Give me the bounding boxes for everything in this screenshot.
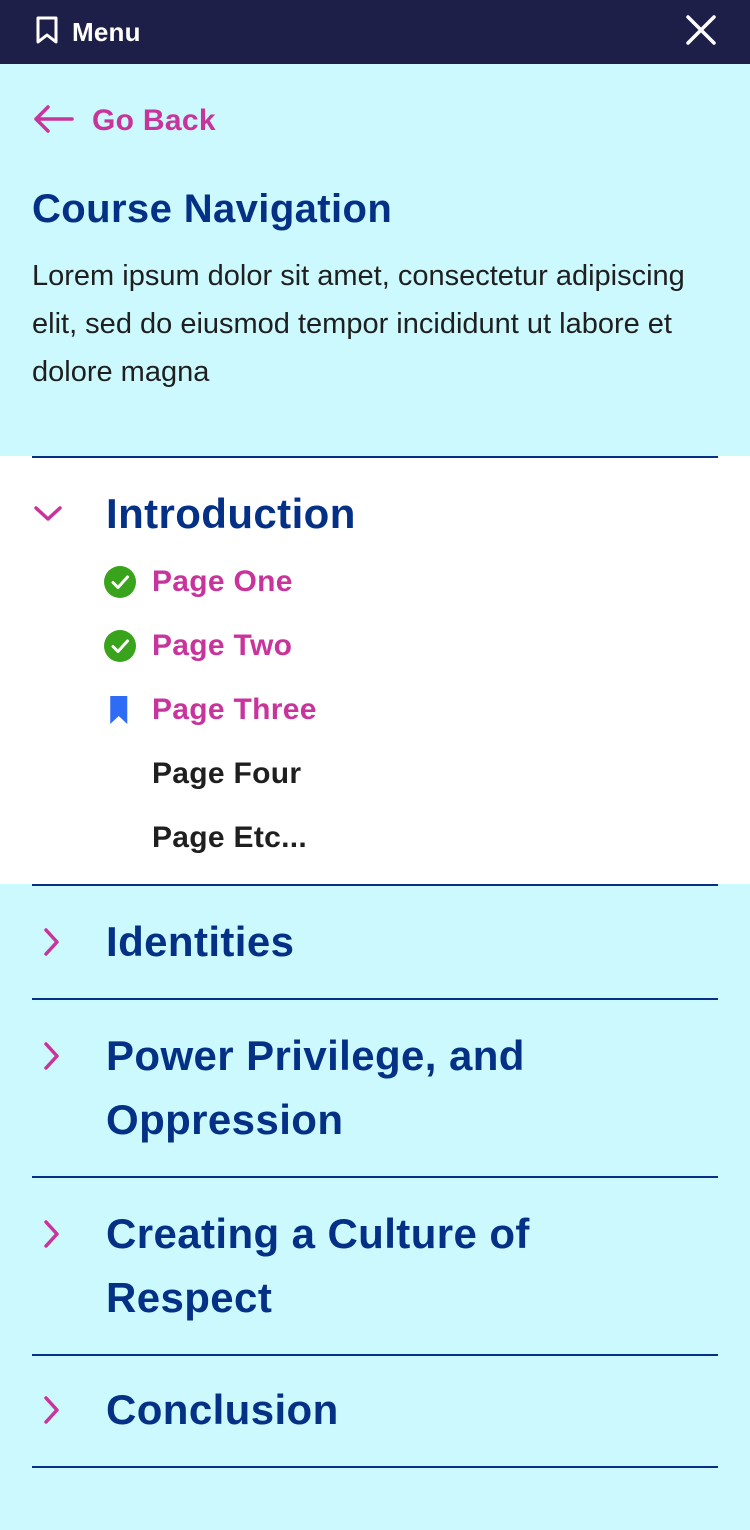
nav-header: Go Back Course Navigation Lorem ipsum do… [0,64,750,456]
page-list: Page One Page Two Page Three Page Four P… [0,546,750,884]
section-title: Introduction [106,490,356,537]
section-header-introduction[interactable]: Introduction [0,458,750,546]
section-header-conclusion[interactable]: Conclusion [0,1356,750,1466]
section-title: Creating a Culture of Respect [106,1210,530,1321]
section-culture-of-respect: Creating a Culture of Respect [0,1176,750,1354]
section-title: Conclusion [106,1386,339,1433]
close-button[interactable] [684,14,718,51]
menu-label: Menu [72,16,141,47]
page-label: Page Three [152,693,317,726]
close-icon [685,14,717,51]
section-conclusion: Conclusion [0,1354,750,1468]
section-title: Identities [106,918,295,965]
page-item-etc[interactable]: Page Etc... [104,806,750,870]
chevron-right-icon [32,1378,106,1442]
section-header-identities[interactable]: Identities [0,886,750,998]
section-introduction: Introduction Page One Page Two Page Thre… [0,456,750,884]
page-label: Page Etc... [152,821,308,854]
page-item-one[interactable]: Page One [104,550,750,614]
page-description: Lorem ipsum dolor sit amet, consectetur … [32,260,685,388]
section-title: Power Privilege, and Oppression [106,1032,525,1143]
page-label: Page Four [152,757,302,790]
arrow-left-icon [32,104,74,139]
go-back-link[interactable]: Go Back [32,102,718,140]
page-item-four[interactable]: Page Four [104,742,750,806]
check-circle-icon [104,630,152,662]
bookmark-icon [104,694,152,726]
chevron-right-icon [32,1024,106,1088]
go-back-label: Go Back [92,104,216,137]
section-power-privilege: Power Privilege, and Oppression [0,998,750,1176]
chevron-right-icon [32,1202,106,1266]
page-item-two[interactable]: Page Two [104,614,750,678]
section-header-power-privilege[interactable]: Power Privilege, and Oppression [0,1000,750,1176]
chevron-down-icon [32,482,106,546]
page-label: Page One [152,565,293,598]
section-header-culture-of-respect[interactable]: Creating a Culture of Respect [0,1178,750,1354]
section-identities: Identities [0,884,750,998]
menu-toggle[interactable]: Menu [34,16,141,49]
divider [32,1466,718,1468]
page-title: Course Navigation [32,187,393,231]
bookmark-outline-icon [34,16,60,49]
chevron-right-icon [32,910,106,974]
check-circle-icon [104,566,152,598]
page-item-three[interactable]: Page Three [104,678,750,742]
top-bar: Menu [0,0,750,64]
page-label: Page Two [152,629,293,662]
